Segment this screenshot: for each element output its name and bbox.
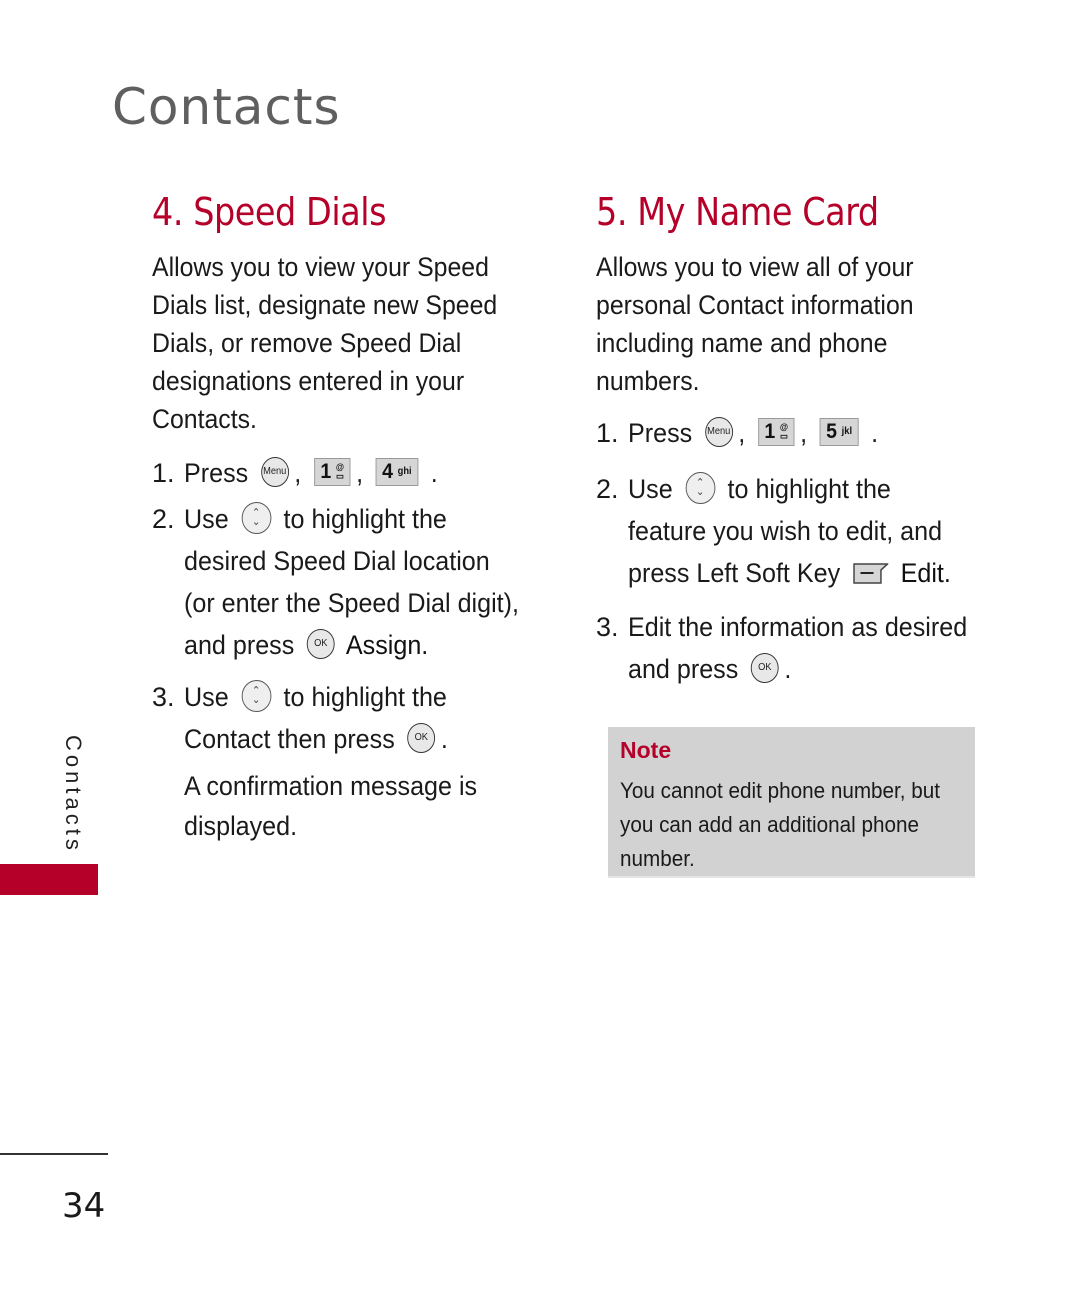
step-text: and press (628, 654, 739, 684)
navigation-key-icon: ⌃ ⌄ (241, 679, 271, 712)
edit-label: Edit. (900, 558, 951, 588)
separator: , (738, 418, 746, 448)
description-line: Dials, or remove Speed Dial (152, 328, 462, 358)
confirmation-line: displayed. (184, 811, 298, 841)
page-number: 34 (62, 1186, 106, 1226)
key-digit: 4 (382, 459, 394, 483)
voicemail-glyph: @ ▭ (779, 422, 788, 441)
step-text: Contact then press (184, 724, 395, 754)
menu-key-icon: Menu (260, 456, 289, 487)
speed-dials-step-1: 1. Press Menu, 1 @ ▭ , 4 ghi . (152, 452, 562, 494)
key-4-icon: 4 ghi (375, 457, 419, 486)
key-letters: jkl (841, 425, 853, 437)
my-name-card-step-1: 1. Press Menu, 1 @ ▭ , 5 jkl . (596, 412, 996, 454)
note-box: Note You cannot edit phone number, but y… (608, 727, 975, 878)
separator: . (871, 418, 879, 448)
assign-label: Assign. (345, 630, 429, 660)
note-text: You cannot edit phone number, but you ca… (620, 774, 954, 876)
step-text: Use (184, 504, 229, 534)
note-line: you can add an additional phone (620, 812, 919, 837)
my-name-card-step-3: 3. Edit the information as desired and p… (596, 606, 996, 690)
step-text: to highlight the (283, 682, 447, 712)
confirmation-line: A confirmation message is (184, 771, 478, 801)
step-text: to highlight the (283, 504, 447, 534)
speed-dials-description: Allows you to view your Speed Dials list… (152, 248, 548, 438)
side-tab-label: Contacts (61, 735, 86, 854)
step-text: Press (628, 418, 693, 448)
side-tab-marker (0, 864, 98, 895)
confirmation-text: A confirmation message is displayed. (184, 766, 536, 846)
speed-dials-step-2: 2. Use ⌃ ⌄ to highlight the desired Speed… (152, 498, 562, 666)
footer-divider (0, 1153, 108, 1155)
note-line: You cannot edit phone number, but (620, 778, 941, 803)
nav-down-glyph: ⌄ (251, 515, 261, 528)
key-sub-bottom: ▭ (779, 430, 788, 441)
description-line: designations entered in your (152, 366, 465, 396)
key-1-icon: 1 @ ▭ (313, 457, 351, 486)
description-line: personal Contact information (596, 290, 914, 320)
separator: , (294, 458, 302, 488)
ok-key-icon: OK (750, 652, 779, 683)
speed-dials-step-3: 3. Use ⌃ ⌄ to highlight the Contact then … (152, 676, 562, 846)
description-line: Contacts. (152, 404, 257, 434)
nav-down-glyph: ⌄ (251, 693, 261, 706)
step-text: Use (184, 682, 229, 712)
key-digit: 5 (826, 419, 838, 443)
step-text: feature you wish to edit, and (628, 516, 943, 546)
key-digit: 1 (764, 419, 776, 443)
step-number: 1. (596, 418, 619, 448)
description-line: Dials list, designate new Speed (152, 290, 498, 320)
key-sub-bottom: ▭ (335, 470, 344, 481)
step-text: and press (184, 630, 295, 660)
menu-key-icon: Menu (704, 416, 733, 447)
separator: . (440, 724, 448, 754)
speed-dials-title: 4. Speed Dials (152, 190, 387, 234)
step-text: Use (628, 474, 673, 504)
step-number: 3. (152, 682, 175, 712)
note-title: Note (620, 737, 672, 763)
description-line: including name and phone (596, 328, 888, 358)
step-text: press Left Soft Key (628, 558, 841, 588)
my-name-card-title: 5. My Name Card (596, 190, 879, 234)
step-number: 1. (152, 458, 175, 488)
note-line: number. (620, 846, 695, 871)
separator: , (356, 458, 364, 488)
key-1-icon: 1 @ ▭ (757, 417, 795, 446)
key-letters: ghi (397, 465, 412, 477)
description-line: numbers. (596, 366, 700, 396)
step-text: to highlight the (727, 474, 891, 504)
my-name-card-description: Allows you to view all of your personal … (596, 248, 992, 400)
separator: . (430, 458, 438, 488)
separator: , (800, 418, 808, 448)
navigation-key-icon: ⌃ ⌄ (685, 471, 715, 504)
step-text: desired Speed Dial location (184, 546, 490, 576)
separator: . (784, 654, 792, 684)
my-name-card-section: 5. My Name Card Allows you to view all o… (596, 190, 996, 694)
nav-down-glyph: ⌄ (695, 485, 705, 498)
ok-key-icon: OK (306, 628, 335, 659)
ok-key-icon: OK (407, 722, 436, 753)
description-line: Allows you to view your Speed (152, 252, 489, 282)
step-text: (or enter the Speed Dial digit), (184, 588, 519, 618)
speed-dials-section: 4. Speed Dials Allows you to view your S… (152, 190, 562, 850)
page-title: Contacts (112, 78, 341, 136)
step-text: Edit the information as desired (628, 612, 968, 642)
key-5-icon: 5 jkl (819, 417, 859, 446)
my-name-card-step-2: 2. Use ⌃ ⌄ to highlight the feature you w… (596, 468, 996, 594)
step-number: 3. (596, 612, 619, 642)
step-number: 2. (596, 474, 619, 504)
step-number: 2. (152, 504, 175, 534)
navigation-key-icon: ⌃ ⌄ (241, 501, 271, 534)
left-soft-key-icon (852, 560, 889, 584)
step-text: Press (184, 458, 249, 488)
description-line: Allows you to view all of your (596, 252, 914, 282)
voicemail-glyph: @ ▭ (335, 462, 344, 481)
key-digit: 1 (320, 459, 332, 483)
